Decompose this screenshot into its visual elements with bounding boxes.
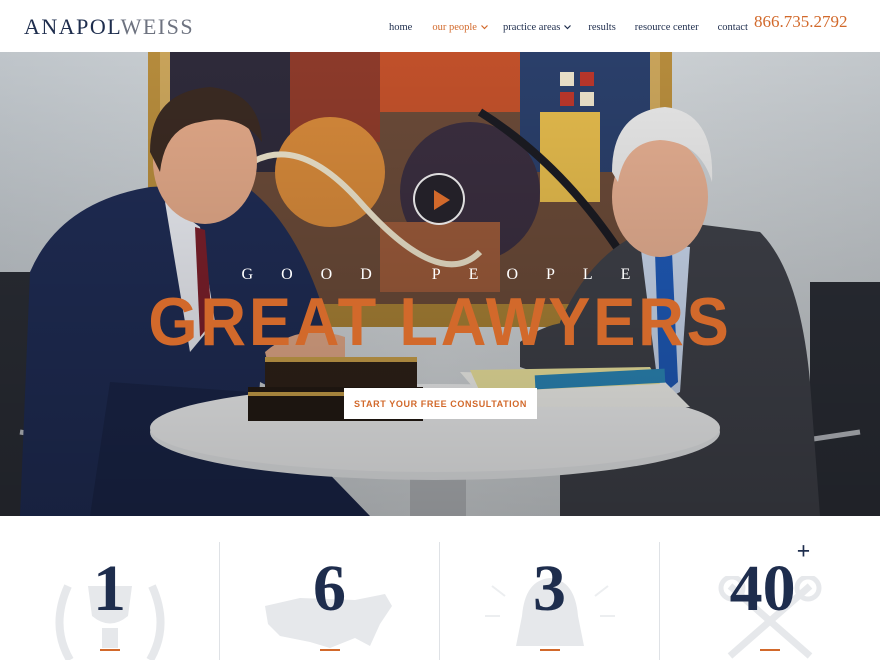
stat-suffix: +	[796, 539, 811, 565]
logo-part-1: ANAPOL	[24, 14, 121, 39]
hero-tagline: GOOD PEOPLE	[241, 266, 659, 283]
stat-underline	[540, 649, 560, 651]
stat-value: 6	[220, 556, 440, 622]
main-nav: home our people practice areas results r…	[389, 20, 748, 34]
nav-item-label: practice areas	[502, 21, 561, 33]
stats-section: 1 6 3 40+	[0, 516, 880, 660]
chevron-down-icon	[563, 23, 572, 31]
stat-item: 40+	[660, 516, 880, 660]
hero-headline: GREAT LAWYERS	[148, 284, 732, 360]
stat-item: 3	[440, 516, 660, 660]
stat-value: 3	[440, 556, 660, 622]
nav-item-label: our people	[432, 21, 477, 33]
stat-number: 3	[533, 552, 566, 625]
stat-value: 1	[0, 556, 220, 622]
stat-value: 40+	[660, 540, 880, 622]
phone-link[interactable]: 866.735.2792	[754, 12, 848, 32]
nav-item-practice-areas[interactable]: practice areas	[503, 22, 572, 33]
play-icon	[434, 190, 450, 210]
hero-banner: GOOD PEOPLE GREAT LAWYERS START YOUR FRE…	[0, 52, 880, 516]
stat-number: 6	[313, 552, 346, 625]
nav-item-resource-center[interactable]: resource center	[635, 22, 699, 33]
nav-item-contact[interactable]: contact	[718, 22, 748, 33]
nav-item-home[interactable]: home	[389, 22, 412, 33]
video-play-button[interactable]	[413, 173, 465, 225]
nav-item-results[interactable]: results	[588, 22, 615, 33]
free-consultation-button[interactable]: START YOUR FREE CONSULTATION	[344, 388, 537, 419]
stat-number: 1	[93, 552, 126, 625]
stat-item: 1	[0, 516, 220, 660]
chevron-down-icon	[480, 23, 489, 31]
site-header: ANAPOLWEISS home our people practice are…	[0, 0, 880, 52]
stat-underline	[320, 649, 340, 651]
site-logo[interactable]: ANAPOLWEISS	[24, 14, 194, 40]
logo-part-2: WEISS	[120, 14, 195, 39]
nav-item-our-people[interactable]: our people	[432, 22, 489, 33]
stat-underline	[100, 649, 120, 651]
stat-underline	[760, 649, 780, 651]
stat-number: 40	[729, 552, 796, 625]
stat-item: 6	[220, 516, 440, 660]
